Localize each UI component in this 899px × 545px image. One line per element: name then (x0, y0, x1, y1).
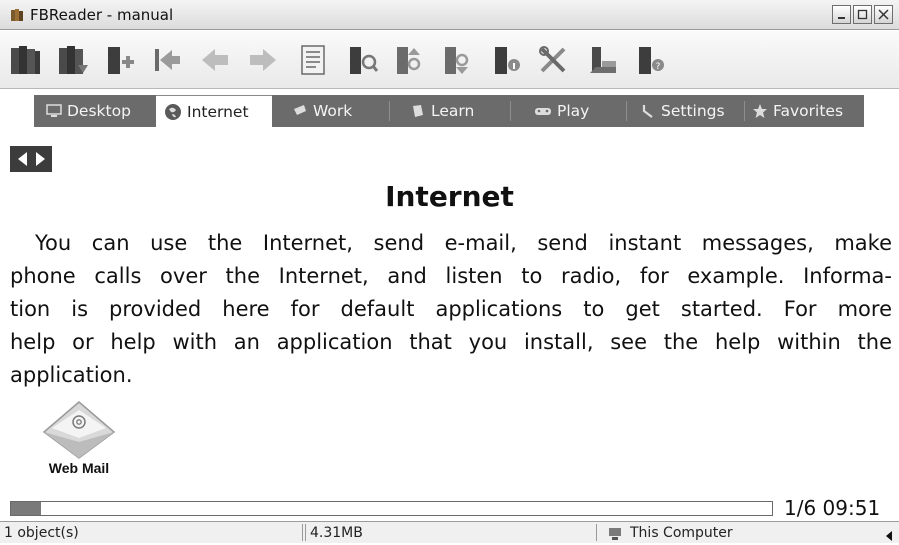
wrench-icon (642, 105, 653, 118)
tab-separator (510, 101, 511, 121)
go-to-start-icon (155, 49, 180, 71)
maximize-icon (857, 9, 868, 20)
page-navigation-arrows (10, 146, 52, 172)
status-separator (305, 524, 306, 541)
add-book-button[interactable] (104, 42, 138, 78)
add-book-icon (108, 47, 134, 74)
back-button[interactable] (198, 42, 232, 78)
tab-separator (389, 101, 390, 121)
tab-desktop-label: Desktop (67, 102, 131, 120)
network-library-button[interactable] (56, 42, 90, 78)
tab-separator (626, 101, 627, 121)
tab-learn-label: Learn (431, 102, 475, 120)
tab-work[interactable]: Work (284, 95, 384, 127)
svg-text:?: ? (656, 62, 661, 72)
close-button[interactable] (874, 5, 893, 24)
star-icon (753, 104, 767, 118)
next-page-icon[interactable] (34, 151, 47, 167)
book-info-button[interactable] (490, 42, 524, 78)
scroll-left-arrow-icon[interactable] (884, 527, 894, 545)
find-previous-icon (397, 47, 421, 74)
content-paragraph: You can use the Internet, send e-mail, s… (10, 227, 892, 392)
section-heading: Internet (385, 180, 514, 213)
forward-arrow-icon (250, 49, 276, 71)
page-indicator: 1/6 09:51 (784, 496, 880, 520)
category-tab-bar: Desktop Internet Work Learn Play Setting… (34, 95, 864, 127)
find-next-button[interactable] (440, 42, 474, 78)
web-mail-launcher[interactable]: Web Mail (38, 398, 120, 484)
go-to-start-button[interactable] (150, 42, 184, 78)
preferences-tools-icon (539, 46, 566, 73)
minimize-button[interactable] (832, 5, 851, 24)
find-previous-button[interactable] (392, 42, 426, 78)
title-bar: FBReader - manual (0, 0, 899, 30)
paragraph-line: phone calls over the Internet, and liste… (10, 264, 892, 288)
table-of-contents-button[interactable] (296, 42, 330, 78)
work-icon (294, 105, 306, 115)
table-of-contents-icon (301, 45, 325, 75)
status-separator (596, 524, 597, 541)
status-object-count: 1 object(s) (4, 525, 79, 541)
web-mail-icon (42, 401, 116, 459)
search-button[interactable] (346, 42, 380, 78)
find-next-icon (445, 47, 469, 74)
tab-play-label: Play (557, 102, 590, 120)
clock-time: 09:51 (822, 496, 881, 520)
tab-separator (744, 101, 745, 121)
learn-icon (413, 105, 423, 117)
play-icon (535, 108, 551, 115)
tab-favorites[interactable]: Favorites (746, 95, 864, 127)
book-info-icon (495, 47, 520, 74)
rotate-screen-icon (590, 47, 616, 73)
paragraph-line: help or help with an application that yo… (10, 330, 892, 354)
status-separator (302, 524, 303, 541)
globe-icon (165, 103, 181, 120)
minimize-icon (838, 17, 845, 19)
tab-play[interactable]: Play (526, 95, 626, 127)
close-icon (878, 9, 889, 20)
search-book-icon (350, 47, 379, 74)
maximize-button[interactable] (853, 5, 872, 24)
preferences-button[interactable] (536, 42, 570, 78)
web-mail-label: Web Mail (48, 460, 110, 476)
tab-work-label: Work (313, 102, 353, 120)
status-location: This Computer (630, 525, 733, 541)
computer-icon (609, 528, 621, 540)
tab-internet-label: Internet (187, 102, 249, 121)
tab-settings-label: Settings (661, 102, 725, 120)
book-network-library-icon (59, 46, 88, 74)
desktop-icon (46, 104, 62, 117)
status-bar: 1 object(s) 4.31MB This Computer (0, 521, 899, 543)
rotate-screen-button[interactable] (586, 42, 620, 78)
about-icon: ? (639, 47, 664, 74)
tab-internet[interactable]: Internet (156, 95, 272, 127)
library-icon (11, 46, 40, 74)
reading-progress-bar[interactable] (10, 501, 773, 516)
about-button[interactable]: ? (634, 42, 668, 78)
toolbar: ? (0, 31, 899, 89)
paragraph-line: application. (10, 363, 133, 387)
status-size: 4.31MB (310, 525, 363, 541)
back-arrow-icon (202, 49, 228, 71)
tab-learn[interactable]: Learn (402, 95, 506, 127)
tab-settings[interactable]: Settings (632, 95, 742, 127)
library-button[interactable] (8, 42, 42, 78)
page-number: 1/6 (784, 496, 817, 520)
reading-progress-fill (11, 502, 42, 515)
tab-favorites-label: Favorites (773, 102, 844, 120)
forward-button[interactable] (246, 42, 280, 78)
window-title: FBReader - manual (30, 6, 174, 24)
tab-desktop[interactable]: Desktop (34, 95, 156, 127)
fbreader-app-icon (11, 9, 23, 21)
previous-page-icon[interactable] (16, 151, 29, 167)
paragraph-line: tion is provided here for default applic… (10, 297, 892, 321)
paragraph-line: You can use the Internet, send e-mail, s… (35, 231, 892, 255)
